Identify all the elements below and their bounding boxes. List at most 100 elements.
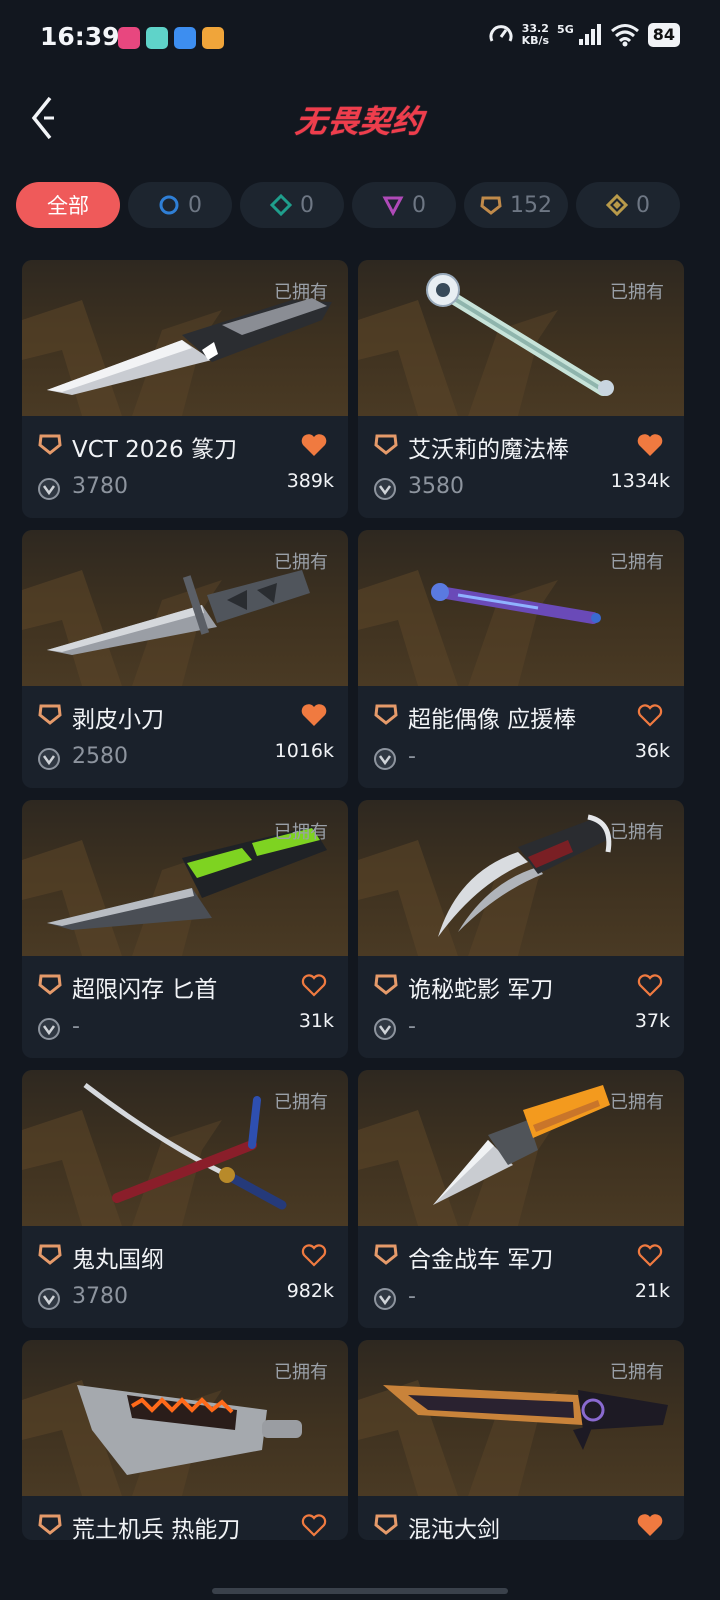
- card-info: 鬼丸国纲 3780 982k: [22, 1226, 348, 1328]
- heart-outline-icon[interactable]: [636, 702, 664, 728]
- tier-exclusive-icon: [374, 1244, 398, 1265]
- skin-card[interactable]: 已拥有 剥皮小刀 2580 1016k: [22, 530, 348, 788]
- card-info: 超限闪存 匕首 - 31k: [22, 956, 348, 1058]
- like-count: 36k: [634, 740, 670, 762]
- skin-card[interactable]: 已拥有 超能偶像 应援棒 - 36k: [358, 530, 684, 788]
- vp-currency-icon: [374, 1018, 396, 1040]
- like-count: 37k: [634, 1010, 670, 1032]
- page-title: 无畏契约: [0, 96, 720, 141]
- owned-label: 已拥有: [610, 1362, 664, 1383]
- card-info: 荒土机兵 热能刀: [22, 1496, 348, 1540]
- skin-card[interactable]: 已拥有 荒土机兵 热能刀: [22, 1340, 348, 1540]
- heart-outline-icon[interactable]: [636, 1242, 664, 1268]
- signal-icon: [578, 24, 601, 45]
- skin-image: 已拥有: [358, 260, 684, 416]
- notification-app-icons: [118, 27, 224, 49]
- owned-label: 已拥有: [274, 282, 328, 303]
- skin-card[interactable]: 已拥有 诡秘蛇影 军刀 - 37k: [358, 800, 684, 1058]
- skin-image: 已拥有: [22, 1070, 348, 1226]
- skin-card[interactable]: 已拥有 合金战车 军刀 - 21k: [358, 1070, 684, 1328]
- filter-chip-count: 0: [188, 192, 202, 218]
- skin-price: -: [72, 1014, 80, 1039]
- status-bar: 16:39 33.2 KB/s 5G 84: [0, 0, 720, 78]
- skin-name: 诡秘蛇影 军刀: [408, 977, 554, 1003]
- notification-app-icon: [174, 27, 196, 49]
- tier-exclusive-icon: [38, 704, 62, 725]
- skin-image: 已拥有: [22, 260, 348, 416]
- card-info: 诡秘蛇影 军刀 - 37k: [358, 956, 684, 1058]
- skin-image: 已拥有: [358, 1340, 684, 1496]
- network-speed: 33.2 KB/s: [522, 23, 549, 47]
- skin-name: VCT 2026 篆刀: [72, 437, 237, 463]
- skin-price: 2580: [72, 744, 128, 769]
- notification-app-icon: [146, 27, 168, 49]
- like-count: 1016k: [274, 740, 334, 762]
- skin-price: 3780: [72, 474, 128, 499]
- like-count: 1334k: [610, 470, 670, 492]
- heart-outline-icon[interactable]: [300, 1242, 328, 1268]
- battery-indicator: 84: [647, 23, 680, 47]
- heart-filled-icon[interactable]: [636, 1512, 664, 1538]
- filter-chip-deluxe[interactable]: 0: [240, 182, 344, 228]
- skin-card[interactable]: 已拥有 艾沃莉的魔法棒 3580 1334k: [358, 260, 684, 518]
- tier-ultra-icon: [606, 194, 628, 216]
- heart-filled-icon[interactable]: [300, 702, 328, 728]
- skin-image: 已拥有: [358, 800, 684, 956]
- heart-filled-icon[interactable]: [300, 432, 328, 458]
- skin-image: 已拥有: [358, 530, 684, 686]
- tier-exclusive-icon: [38, 1514, 62, 1535]
- skin-name: 超限闪存 匕首: [72, 977, 218, 1003]
- heart-outline-icon[interactable]: [636, 972, 664, 998]
- card-info: VCT 2026 篆刀 3780 389k: [22, 416, 348, 518]
- speedometer-icon: [489, 25, 513, 42]
- skin-name: 剥皮小刀: [72, 707, 164, 733]
- filter-chip-count: 0: [300, 192, 314, 218]
- filter-chip-select[interactable]: 0: [128, 182, 232, 228]
- heart-outline-icon[interactable]: [300, 972, 328, 998]
- skin-image: 已拥有: [22, 800, 348, 956]
- heart-outline-icon[interactable]: [300, 1512, 328, 1538]
- app-header: 无畏契约: [0, 78, 720, 168]
- tier-exclusive-icon: [38, 974, 62, 995]
- claws-icon: [438, 814, 613, 937]
- tier-filter-bar: 全部 0 0 0 152 0: [16, 182, 706, 230]
- home-indicator[interactable]: [212, 1588, 508, 1594]
- card-info: 艾沃莉的魔法棒 3580 1334k: [358, 416, 684, 518]
- filter-chip-label: 全部: [47, 194, 89, 218]
- skin-image: 已拥有: [22, 530, 348, 686]
- filter-chip-ultra[interactable]: 0: [576, 182, 680, 228]
- card-info: 混沌大剑: [358, 1496, 684, 1540]
- card-info: 合金战车 军刀 - 21k: [358, 1226, 684, 1328]
- network-speed-unit: KB/s: [521, 34, 550, 47]
- skin-price: -: [408, 744, 416, 769]
- like-count: 982k: [286, 1280, 334, 1302]
- skin-card[interactable]: 已拥有 VCT 2026 篆刀 3780 389k: [22, 260, 348, 518]
- skin-card[interactable]: 已拥有 鬼丸国纲 3780 982k: [22, 1070, 348, 1328]
- owned-label: 已拥有: [610, 1092, 664, 1113]
- vp-currency-icon: [38, 1018, 60, 1040]
- tier-exclusive-icon: [374, 704, 398, 725]
- knife-orange-icon: [433, 1085, 610, 1205]
- like-count: 21k: [634, 1280, 670, 1302]
- skin-card[interactable]: 已拥有 混沌大剑: [358, 1340, 684, 1540]
- tier-exclusive-icon: [374, 1514, 398, 1535]
- notification-app-icon: [202, 27, 224, 49]
- skin-price: 3580: [408, 474, 464, 499]
- owned-label: 已拥有: [610, 822, 664, 843]
- filter-chip-exclusive[interactable]: 152: [464, 182, 568, 228]
- filter-chip-premium[interactable]: 0: [352, 182, 456, 228]
- vp-currency-icon: [38, 478, 60, 500]
- skin-card[interactable]: 已拥有 超限闪存 匕首 - 31k: [22, 800, 348, 1058]
- vp-currency-icon: [38, 1288, 60, 1310]
- tier-premium-icon: [382, 196, 404, 216]
- tier-exclusive-icon: [374, 974, 398, 995]
- tier-select-icon: [159, 195, 179, 215]
- like-count: 389k: [286, 470, 334, 492]
- skin-name: 鬼丸国纲: [72, 1247, 164, 1273]
- heart-filled-icon[interactable]: [636, 432, 664, 458]
- filter-chip-count: 0: [636, 192, 650, 218]
- filter-chip-all[interactable]: 全部: [16, 182, 120, 228]
- filter-chip-count: 152: [510, 192, 552, 218]
- cleaver-icon: [77, 1385, 302, 1475]
- owned-label: 已拥有: [274, 822, 328, 843]
